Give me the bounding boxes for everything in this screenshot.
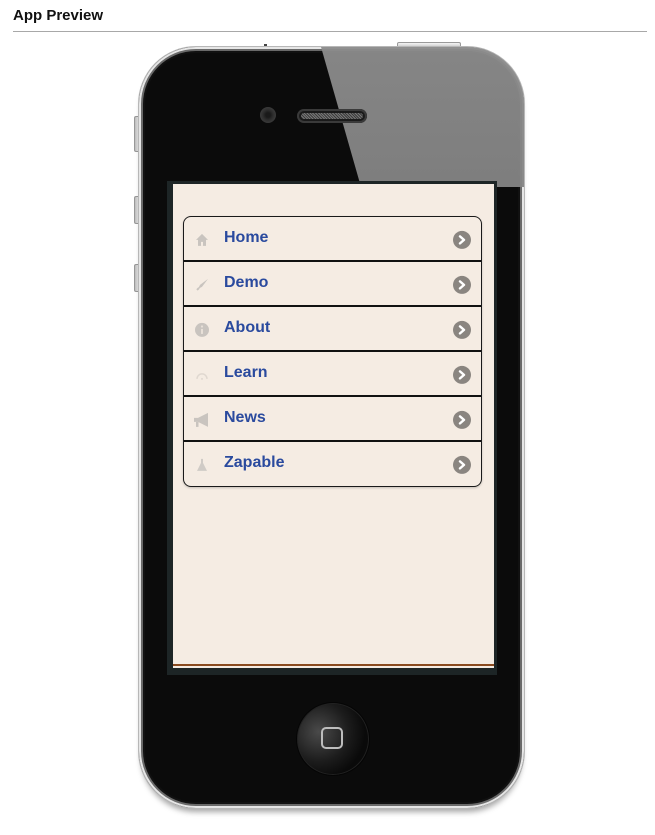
home-icon <box>193 230 211 248</box>
main-menu-list: Home Demo About Learn News Zapable <box>183 216 482 487</box>
menu-item-label: News <box>224 408 266 426</box>
chevron-right-circle-icon <box>453 320 471 339</box>
chevron-right-circle-icon <box>453 230 471 249</box>
gauge-icon <box>193 365 211 383</box>
chevron-right-circle-icon <box>453 365 471 384</box>
menu-item-learn[interactable]: Learn <box>184 352 481 397</box>
menu-item-home[interactable]: Home <box>184 217 481 262</box>
menu-item-label: Zapable <box>224 454 285 472</box>
home-button[interactable] <box>297 703 369 775</box>
page-header: App Preview <box>13 6 647 32</box>
menu-item-zapable[interactable]: Zapable <box>184 442 481 486</box>
menu-item-label: Demo <box>224 273 269 291</box>
menu-item-demo[interactable]: Demo <box>184 262 481 307</box>
flask-icon <box>193 456 211 474</box>
menu-item-label: About <box>224 318 271 336</box>
home-square-icon <box>321 727 343 749</box>
menu-item-label: Learn <box>224 363 268 381</box>
phone-frame: Home Demo About Learn News Zapable <box>134 42 525 809</box>
rocket-icon <box>193 275 211 293</box>
chevron-right-circle-icon <box>453 410 471 429</box>
app-screen: Home Demo About Learn News Zapable <box>173 184 494 668</box>
earpiece-speaker <box>297 109 367 123</box>
megaphone-icon <box>193 410 211 428</box>
chevron-right-circle-icon <box>453 455 471 474</box>
screen-footer-line <box>173 664 494 666</box>
front-camera-icon <box>260 107 276 123</box>
phone-body: Home Demo About Learn News Zapable <box>138 46 525 809</box>
chevron-right-circle-icon <box>453 275 471 294</box>
menu-item-news[interactable]: News <box>184 397 481 442</box>
menu-item-label: Home <box>224 228 269 246</box>
info-icon <box>193 320 211 338</box>
page-title: App Preview <box>13 7 104 24</box>
menu-item-about[interactable]: About <box>184 307 481 352</box>
